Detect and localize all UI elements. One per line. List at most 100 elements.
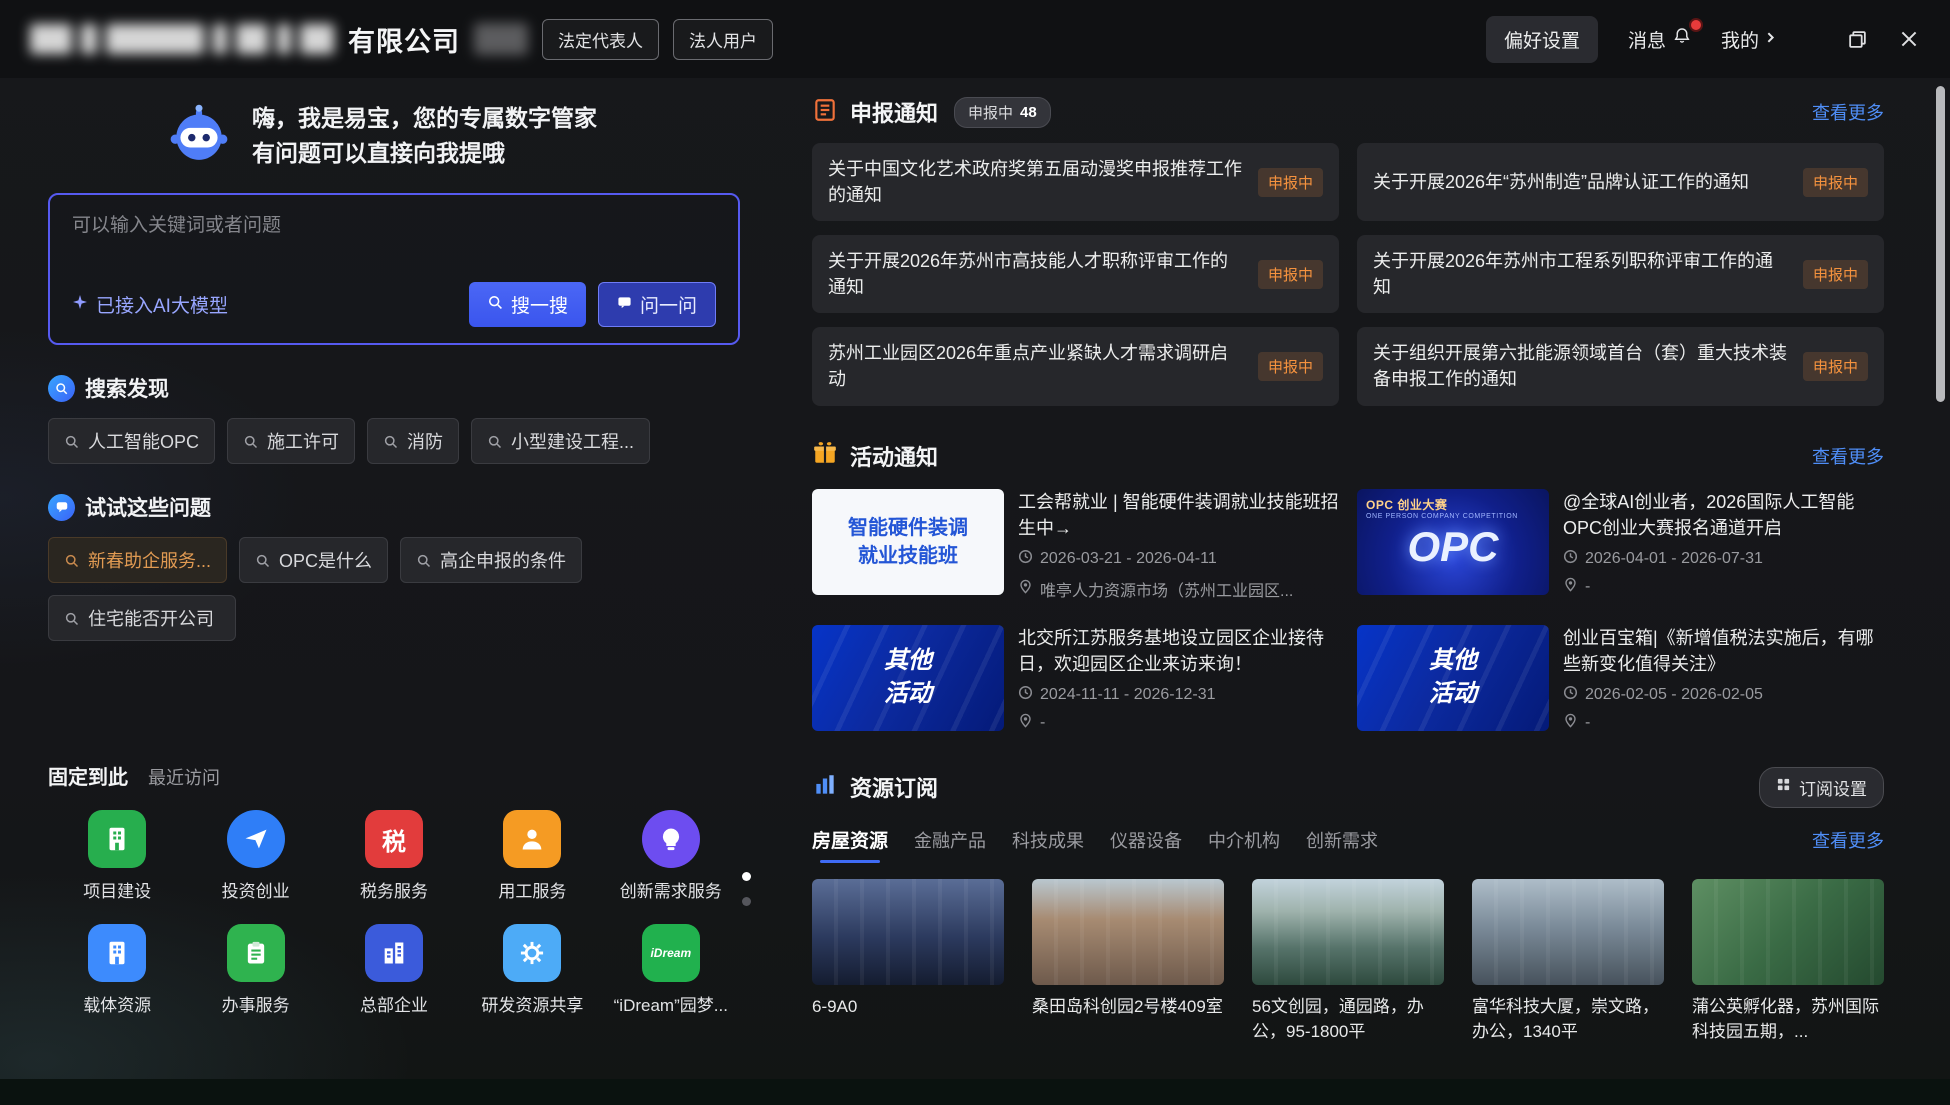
twin-buildings-icon bbox=[365, 924, 423, 982]
declaration-notices-section: 申报通知 申报中48 查看更多 关于中国文化艺术政府奖第五届动漫奖申报推荐工作的… bbox=[812, 96, 1884, 406]
activities-title: 活动通知 bbox=[850, 440, 938, 472]
question-chip[interactable]: OPC是什么 bbox=[239, 537, 388, 583]
ask-button[interactable]: 问一问 bbox=[598, 282, 716, 327]
greeting-line-1: 嗨，我是易宝，您的专属数字管家 bbox=[252, 101, 597, 136]
robot-mascot-icon bbox=[166, 100, 232, 171]
property-photo bbox=[812, 879, 1004, 985]
notification-dot bbox=[1689, 18, 1703, 32]
notice-card[interactable]: 关于中国文化艺术政府奖第五届动漫奖申报推荐工作的通知 申报中 bbox=[812, 143, 1339, 221]
notices-view-more-link[interactable]: 查看更多 bbox=[1812, 99, 1884, 125]
tab-financial-products[interactable]: 金融产品 bbox=[914, 827, 986, 863]
status-tag: 申报中 bbox=[1258, 260, 1323, 289]
my-account-button[interactable]: 我的 bbox=[1721, 26, 1777, 53]
company-logo bbox=[30, 24, 334, 54]
discover-icon bbox=[48, 375, 75, 402]
discover-chip[interactable]: 小型建设工程... bbox=[471, 418, 650, 464]
restore-window-button[interactable] bbox=[1847, 29, 1868, 50]
property-photo bbox=[1252, 879, 1444, 985]
tab-recent[interactable]: 最近访问 bbox=[148, 764, 220, 790]
preferences-button[interactable]: 偏好设置 bbox=[1486, 16, 1598, 63]
tab-housing-resources[interactable]: 房屋资源 bbox=[812, 826, 888, 863]
question-chip[interactable]: 住宅能否开公司 bbox=[48, 595, 236, 641]
subscription-settings-button[interactable]: 订阅设置 bbox=[1759, 767, 1884, 808]
discover-chip[interactable]: 人工智能OPC bbox=[48, 418, 215, 464]
search-input[interactable] bbox=[72, 215, 716, 237]
app-item-idream[interactable]: iDream “iDream”园梦... bbox=[602, 924, 740, 1016]
legal-representative-badge: 法定代表人 bbox=[542, 19, 659, 60]
activity-thumbnail: OPC 创业大赛 ONE PERSON COMPANY COMPETITION … bbox=[1357, 489, 1549, 595]
property-photo bbox=[1692, 879, 1884, 985]
discover-chip[interactable]: 施工许可 bbox=[227, 418, 355, 464]
clock-icon bbox=[1563, 549, 1578, 569]
activities-view-more-link[interactable]: 查看更多 bbox=[1812, 443, 1884, 469]
status-tag: 申报中 bbox=[1258, 168, 1323, 197]
resource-subscription-section: 资源订阅 订阅设置 房屋资源 金融产品 科技成果 仪器设备 中介机构 创新需求 … bbox=[812, 767, 1884, 1044]
question-chip[interactable]: 新春助企服务... bbox=[48, 537, 227, 583]
document-icon bbox=[812, 97, 838, 128]
clipboard-icon bbox=[227, 924, 285, 982]
activity-card[interactable]: 其他 活动 北交所江苏服务基地设立园区企业接待日，欢迎园区企业来访来询！ 202… bbox=[812, 625, 1339, 733]
resources-title: 资源订阅 bbox=[850, 771, 938, 803]
tab-innovation-demand[interactable]: 创新需求 bbox=[1306, 827, 1378, 863]
notices-title: 申报通知 bbox=[850, 96, 938, 128]
discover-chip[interactable]: 消防 bbox=[367, 418, 459, 464]
tab-instruments[interactable]: 仪器设备 bbox=[1110, 827, 1182, 863]
app-item-innovation-demand[interactable]: 创新需求服务 bbox=[602, 810, 740, 902]
search-icon bbox=[487, 294, 503, 316]
person-icon bbox=[503, 810, 561, 868]
app-item-investment[interactable]: 投资创业 bbox=[186, 810, 324, 902]
carousel-dot-active[interactable] bbox=[742, 872, 751, 881]
app-item-services[interactable]: 办事服务 bbox=[186, 924, 324, 1016]
gear-icon bbox=[503, 924, 561, 982]
question-chip[interactable]: 高企申报的条件 bbox=[400, 537, 582, 583]
notice-card[interactable]: 苏州工业园区2026年重点产业紧缺人才需求调研启动 申报中 bbox=[812, 327, 1339, 405]
app-item-project-construction[interactable]: 项目建设 bbox=[48, 810, 186, 902]
app-item-carrier-resources[interactable]: 载体资源 bbox=[48, 924, 186, 1016]
app-item-employment[interactable]: 用工服务 bbox=[463, 810, 601, 902]
carousel-dot[interactable] bbox=[742, 897, 751, 906]
activity-card[interactable]: 其他 活动 创业百宝箱|《新增值税法实施后，有哪些新变化值得关注》 2026-0… bbox=[1357, 625, 1884, 733]
notices-status-badge: 申报中48 bbox=[954, 97, 1051, 128]
clock-icon bbox=[1018, 685, 1033, 705]
tab-pinned[interactable]: 固定到此 bbox=[48, 761, 128, 790]
resource-card[interactable]: 蒲公英孵化器，苏州国际科技园五期，... bbox=[1692, 879, 1884, 1044]
redacted-badge bbox=[474, 23, 528, 55]
location-pin-icon bbox=[1018, 579, 1033, 599]
messages-label: 消息 bbox=[1628, 26, 1666, 53]
topbar: 有限公司 法定代表人 法人用户 偏好设置 消息 我的 bbox=[0, 0, 1950, 78]
greeting-line-2: 有问题可以直接向我提哦 bbox=[252, 136, 597, 171]
desktop-edge bbox=[0, 1079, 1950, 1105]
activity-thumbnail: 智能硬件装调 就业技能班 bbox=[812, 489, 1004, 595]
activity-card[interactable]: 智能硬件装调 就业技能班 工会帮就业 | 智能硬件装调就业技能班招生中→ 202… bbox=[812, 489, 1339, 601]
app-item-rd-sharing[interactable]: 研发资源共享 bbox=[463, 924, 601, 1016]
notice-card[interactable]: 关于开展2026年“苏州制造”品牌认证工作的通知 申报中 bbox=[1357, 143, 1884, 221]
status-tag: 申报中 bbox=[1803, 260, 1868, 289]
resource-card[interactable]: 桑田岛科创园2号楼409室 bbox=[1032, 879, 1224, 1044]
messages-button[interactable]: 消息 bbox=[1628, 26, 1691, 53]
notice-card[interactable]: 关于开展2026年苏州市工程系列职称评审工作的通知 申报中 bbox=[1357, 235, 1884, 313]
idream-icon: iDream bbox=[642, 924, 700, 982]
tab-tech-achievements[interactable]: 科技成果 bbox=[1012, 827, 1084, 863]
gift-icon bbox=[812, 440, 838, 471]
assistant-search-panel: 已接入AI大模型 搜一搜 问一问 bbox=[48, 193, 740, 345]
apps-carousel-dots bbox=[742, 872, 751, 906]
resource-card[interactable]: 6-9A0 bbox=[812, 879, 1004, 1044]
activity-thumbnail: 其他 活动 bbox=[812, 625, 1004, 731]
activity-card[interactable]: OPC 创业大赛 ONE PERSON COMPANY COMPETITION … bbox=[1357, 489, 1884, 601]
notice-card[interactable]: 关于开展2026年苏州市高技能人才职称评审工作的通知 申报中 bbox=[812, 235, 1339, 313]
notice-card[interactable]: 关于组织开展第六批能源领域首台（套）重大技术装备申报工作的通知 申报中 bbox=[1357, 327, 1884, 405]
tab-intermediaries[interactable]: 中介机构 bbox=[1208, 827, 1280, 863]
resource-card[interactable]: 56文创园，通园路，办公，95-1800平 bbox=[1252, 879, 1444, 1044]
app-item-headquarters[interactable]: 总部企业 bbox=[325, 924, 463, 1016]
app-item-tax[interactable]: 税 税务服务 bbox=[325, 810, 463, 902]
search-button[interactable]: 搜一搜 bbox=[469, 282, 586, 327]
resources-view-more-link[interactable]: 查看更多 bbox=[1812, 827, 1884, 853]
location-pin-icon bbox=[1018, 713, 1033, 733]
app-window: { "colors": { "accent_blue": "#3f6bf5", … bbox=[0, 0, 1950, 1105]
corporate-user-badge: 法人用户 bbox=[673, 19, 773, 60]
property-photo bbox=[1472, 879, 1664, 985]
resource-card[interactable]: 富华科技大厦，崇文路，办公，1340平 bbox=[1472, 879, 1664, 1044]
close-window-button[interactable] bbox=[1898, 28, 1920, 50]
chat-bubble-icon bbox=[617, 294, 632, 316]
scrollbar-thumb[interactable] bbox=[1936, 86, 1945, 402]
